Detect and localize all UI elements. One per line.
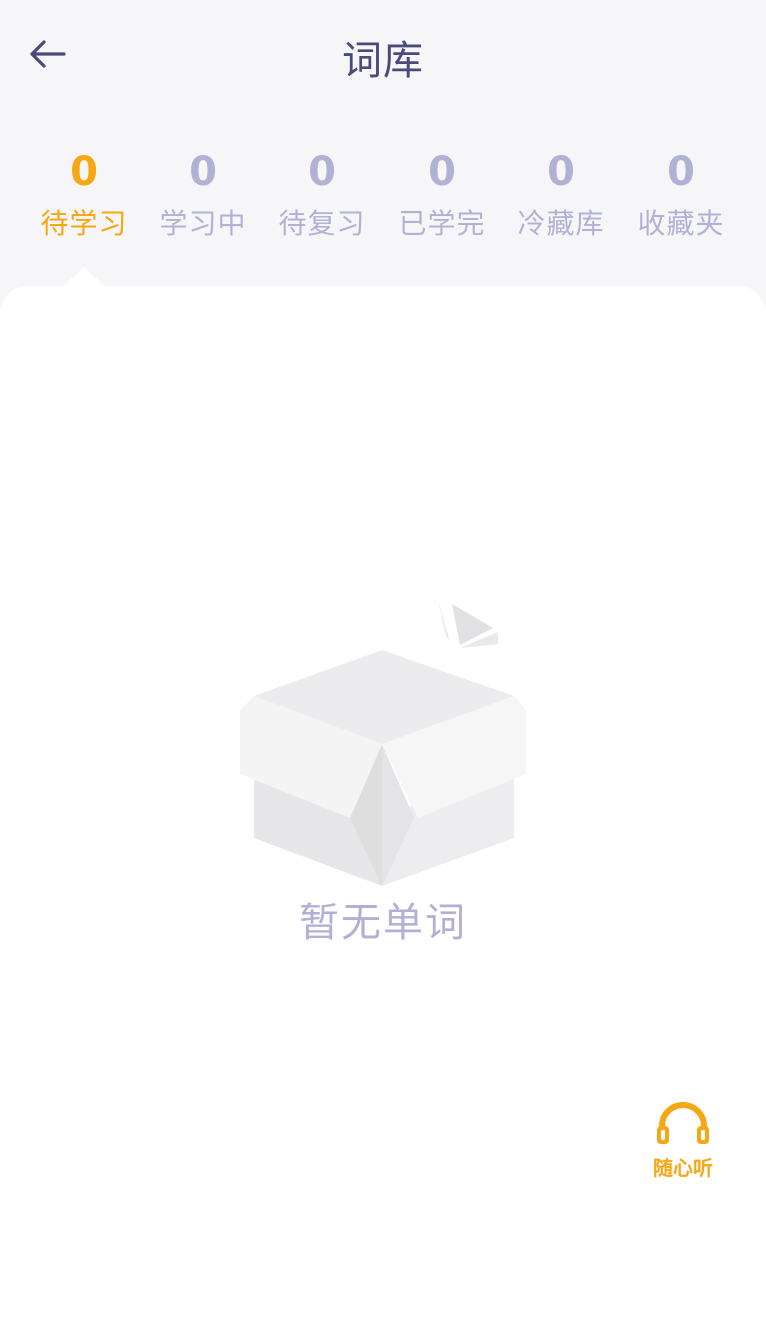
header: 词库 bbox=[0, 0, 766, 110]
tab-bar: 0 待学习 0 学习中 0 待复习 0 已学完 0 冷藏库 0 收藏夹 bbox=[0, 140, 766, 260]
listen-button[interactable]: 随心听 bbox=[640, 1100, 726, 1190]
headphones-icon bbox=[657, 1102, 709, 1144]
tab-favorites[interactable]: 0 收藏夹 bbox=[626, 140, 736, 244]
tab-label: 收藏夹 bbox=[637, 207, 725, 240]
tab-label: 待复习 bbox=[278, 207, 366, 240]
tab-label: 学习中 bbox=[159, 207, 247, 240]
tab-count: 0 bbox=[547, 149, 575, 195]
tab-label: 冷藏库 bbox=[517, 207, 605, 240]
listen-label: 随心听 bbox=[653, 1156, 713, 1180]
tab-frozen[interactable]: 0 冷藏库 bbox=[506, 140, 616, 244]
tab-to-learn[interactable]: 0 待学习 bbox=[29, 140, 139, 244]
tab-to-review[interactable]: 0 待复习 bbox=[267, 140, 377, 244]
tab-label: 已学完 bbox=[398, 207, 486, 240]
tab-count: 0 bbox=[667, 149, 695, 195]
empty-box-icon bbox=[238, 598, 528, 888]
active-tab-indicator bbox=[62, 267, 106, 287]
empty-state-message: 暂无单词 bbox=[299, 900, 467, 946]
tab-label: 待学习 bbox=[40, 207, 128, 240]
tab-count: 0 bbox=[189, 149, 217, 195]
page-title: 词库 bbox=[342, 38, 424, 84]
tab-count: 0 bbox=[428, 149, 456, 195]
tab-learning[interactable]: 0 学习中 bbox=[148, 140, 258, 244]
tab-count: 0 bbox=[308, 149, 336, 195]
tab-count: 0 bbox=[70, 149, 98, 195]
tab-finished[interactable]: 0 已学完 bbox=[387, 140, 497, 244]
